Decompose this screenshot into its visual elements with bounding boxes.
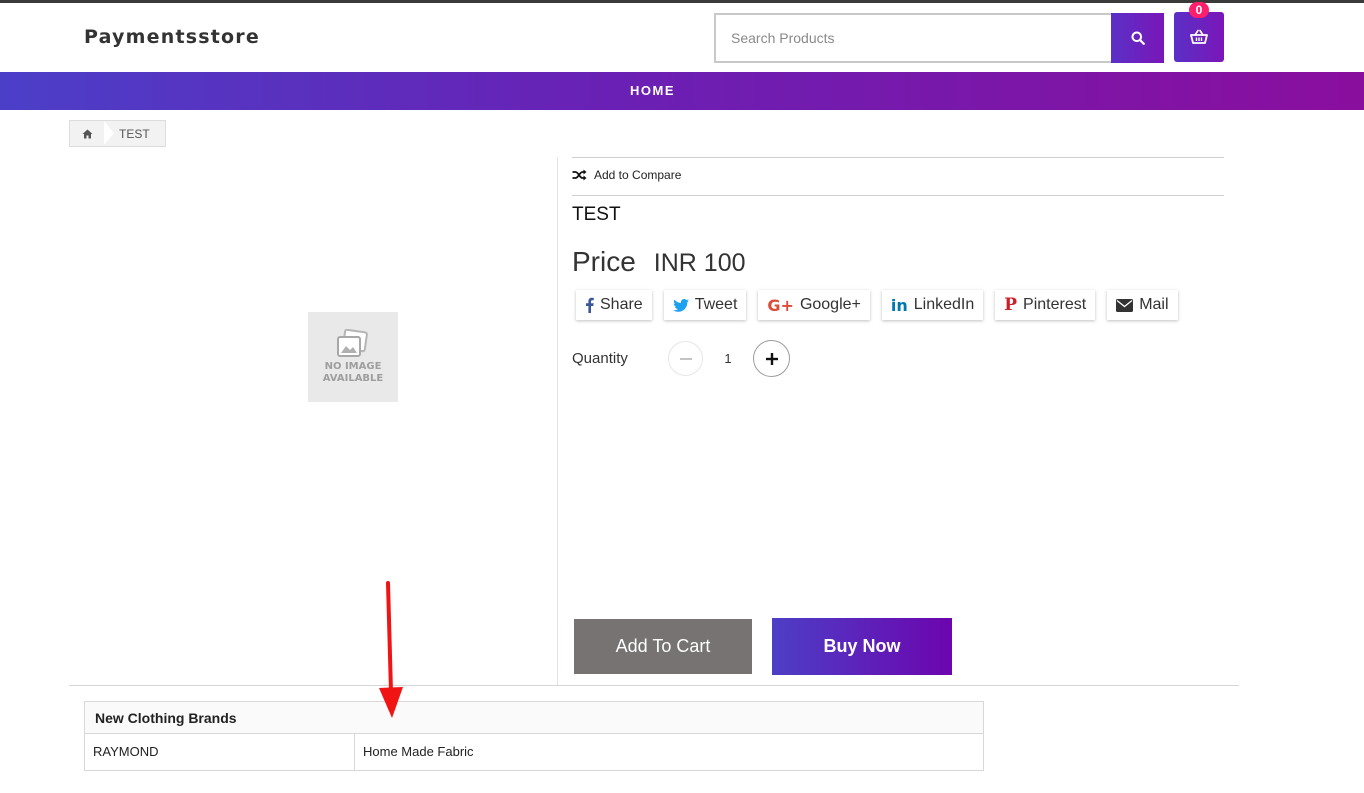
nav-item-home[interactable]: HOME xyxy=(630,83,675,98)
home-icon xyxy=(82,129,92,138)
specifications-table: New Clothing Brands RAYMOND Home Made Fa… xyxy=(84,701,984,771)
spec-key: RAYMOND xyxy=(85,734,355,770)
share-facebook-label: Share xyxy=(600,296,643,313)
search-box[interactable] xyxy=(714,13,1112,63)
top-border xyxy=(0,0,1364,3)
search-button[interactable] xyxy=(1111,13,1164,63)
quantity-increase-button[interactable] xyxy=(753,340,790,377)
pinterest-icon: P xyxy=(1004,295,1018,315)
specifications-heading: New Clothing Brands xyxy=(85,702,983,734)
add-to-compare-link[interactable]: Add to Compare xyxy=(572,168,681,182)
add-to-compare-label: Add to Compare xyxy=(594,168,682,182)
spec-value: Home Made Fabric xyxy=(363,744,474,759)
annotation-arrow-icon xyxy=(379,581,403,718)
product-image-placeholder: NO IMAGE AVAILABLE xyxy=(308,312,398,402)
main-nav: HOME xyxy=(0,72,1364,110)
price-label: Price xyxy=(572,246,636,277)
share-pinterest-button[interactable]: P Pinterest xyxy=(995,290,1096,320)
price-value: INR 100 xyxy=(653,249,746,277)
section-divider xyxy=(69,685,1239,686)
table-row: RAYMOND Home Made Fabric xyxy=(85,734,983,770)
divider-top xyxy=(572,157,1224,158)
google-plus-icon: G+ xyxy=(767,295,794,315)
plus-icon xyxy=(765,352,778,365)
share-buttons: Share Tweet G+ Google+ in LinkedIn P Pin… xyxy=(576,290,1178,320)
breadcrumb: TEST xyxy=(69,120,166,147)
buy-now-button[interactable]: Buy Now xyxy=(772,618,952,675)
product-title: TEST xyxy=(572,204,621,225)
share-twitter-button[interactable]: Tweet xyxy=(663,290,747,320)
breadcrumb-current: TEST xyxy=(119,127,150,141)
share-twitter-label: Tweet xyxy=(694,296,738,313)
quantity-value[interactable]: 1 xyxy=(718,351,738,366)
basket-icon xyxy=(1190,29,1208,44)
share-mail-button[interactable]: Mail xyxy=(1107,290,1178,320)
share-pinterest-label: Pinterest xyxy=(1023,296,1087,313)
linkedin-icon: in xyxy=(890,295,908,315)
cart-button[interactable] xyxy=(1174,12,1224,62)
site-logo[interactable]: Paymentsstore xyxy=(84,26,260,48)
breadcrumb-separator xyxy=(104,121,114,145)
share-facebook-button[interactable]: Share xyxy=(576,290,652,320)
cart-count-badge: 0 xyxy=(1189,2,1209,18)
product-price: Price INR 100 xyxy=(572,246,746,278)
share-google-plus-button[interactable]: G+ Google+ xyxy=(758,290,870,320)
no-image-line2: AVAILABLE xyxy=(322,373,384,384)
share-linkedin-label: LinkedIn xyxy=(913,296,975,313)
add-to-cart-button[interactable]: Add To Cart xyxy=(574,619,752,674)
column-divider xyxy=(557,157,558,685)
search-icon xyxy=(1131,31,1145,45)
share-mail-label: Mail xyxy=(1139,296,1169,313)
breadcrumb-home[interactable] xyxy=(70,121,104,146)
search-input[interactable] xyxy=(716,15,1112,61)
facebook-icon xyxy=(586,297,594,313)
quantity-decrease-button[interactable] xyxy=(668,341,703,376)
minus-icon xyxy=(679,357,692,360)
share-google-plus-label: Google+ xyxy=(799,296,861,313)
share-linkedin-button[interactable]: in LinkedIn xyxy=(881,290,984,320)
shuffle-icon xyxy=(572,169,587,181)
image-placeholder-icon xyxy=(337,329,368,357)
divider-bottom xyxy=(572,195,1224,196)
mail-icon xyxy=(1116,298,1134,312)
twitter-icon xyxy=(672,298,689,312)
quantity-label: Quantity xyxy=(572,350,628,367)
no-image-line1: NO IMAGE xyxy=(324,361,382,372)
